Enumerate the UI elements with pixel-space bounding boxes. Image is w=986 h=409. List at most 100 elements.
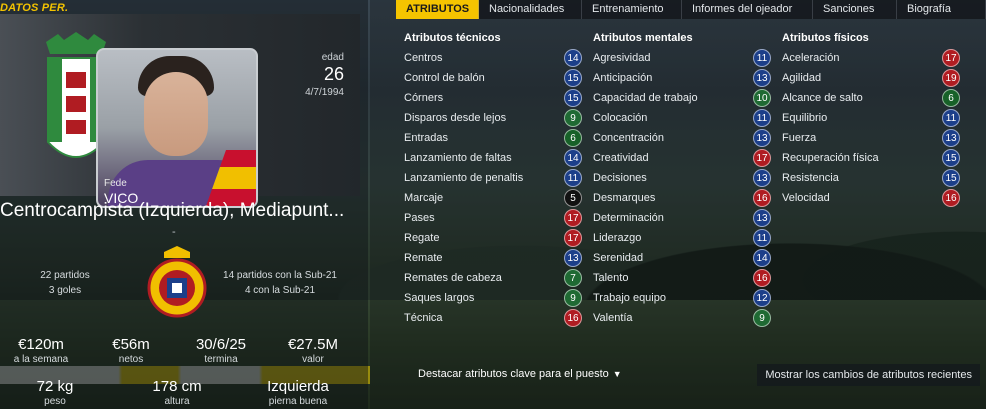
attribute-value-badge: 6 [564,129,582,147]
attribute-name: Trabajo equipo [593,292,666,304]
attribute-row[interactable]: Desmarques 16 [593,188,771,208]
attribute-row[interactable]: Pases 17 [404,208,582,228]
mental-attributes: Atributos mentales Agresividad 11 Anticipa… [593,32,771,328]
attribute-value-badge: 6 [942,89,960,107]
attribute-row[interactable]: Equilibrio 11 [782,108,960,128]
attribute-row[interactable]: Lanzamiento de faltas 14 [404,148,582,168]
attributes-panel: ATRIBUTOS Nacionalidades Entrenamiento I… [370,0,986,409]
attribute-value-badge: 11 [753,49,771,67]
tab-nacionalidades[interactable]: Nacionalidades [479,0,582,19]
club-goals: 3 goles [48,285,82,296]
attribute-row[interactable]: Liderazgo 11 [593,228,771,248]
attribute-value-badge: 15 [564,89,582,107]
attribute-name: Valentía [593,312,633,324]
attribute-row[interactable]: Serenidad 14 [593,248,771,268]
bottom-bar: Destacar atributos clave para el puesto ▼… [396,364,986,386]
attribute-row[interactable]: Determinación 13 [593,208,771,228]
tab-sanciones[interactable]: Sanciones [813,0,897,19]
attribute-row[interactable]: Técnica 16 [404,308,582,328]
attribute-name: Regate [404,232,440,244]
technical-list: Centros 14 Control de balón 15 Córners 15 Disp… [404,48,582,328]
attribute-row[interactable]: Marcaje 5 [404,188,582,208]
attribute-row[interactable]: Valentía 9 [593,308,771,328]
attribute-value-badge: 16 [753,189,771,207]
attribute-value-badge: 14 [564,149,582,167]
attribute-row[interactable]: Alcance de salto 6 [782,88,960,108]
attribute-value-badge: 17 [564,209,582,227]
attribute-row[interactable]: Regate 17 [404,228,582,248]
mental-title: Atributos mentales [593,32,693,44]
tab-biografia[interactable]: Biografía [897,0,986,19]
attribute-row[interactable]: Capacidad de trabajo 10 [593,88,771,108]
attribute-row[interactable]: Creatividad 17 [593,148,771,168]
attribute-name: Alcance de salto [782,92,863,104]
attribute-name: Marcaje [404,192,444,204]
show-changes-button[interactable]: Mostrar los cambios de atributos recient… [757,364,980,386]
value-stat: €27.5M valor [278,336,348,365]
attribute-row[interactable]: Córners 15 [404,88,582,108]
foot-label: pierna buena [268,396,328,407]
tab-informes-ojeador[interactable]: Informes del ojeador [682,0,813,19]
height-label: altura [164,396,190,407]
attribute-value-badge: 9 [564,109,582,127]
contract-end-stat: 30/6/25 termina [186,336,256,365]
height-stat: 178 cm altura [142,378,212,407]
club-stats: 22 partidos 3 goles [10,268,120,298]
attribute-value-badge: 15 [942,169,960,187]
section-label: DATOS PER. [0,2,69,14]
attribute-name: Agresividad [593,52,651,64]
attribute-value-badge: 14 [564,49,582,67]
attribute-row[interactable]: Concentración 13 [593,128,771,148]
attribute-value-badge: 7 [564,269,582,287]
attribute-name: Pases [404,212,435,224]
attribute-row[interactable]: Resistencia 15 [782,168,960,188]
attribute-value-badge: 17 [564,229,582,247]
attribute-value-badge: 10 [753,89,771,107]
tab-bar: ATRIBUTOS Nacionalidades Entrenamiento I… [396,0,986,19]
attribute-name: Saques largos [404,292,475,304]
contract-end-label: termina [204,354,238,365]
technical-title: Atributos técnicos [404,32,501,44]
attribute-row[interactable]: Agilidad 19 [782,68,960,88]
attribute-row[interactable]: Control de balón 15 [404,68,582,88]
attribute-row[interactable]: Aceleración 17 [782,48,960,68]
attribute-value-badge: 13 [753,169,771,187]
weight-label: peso [44,396,66,407]
weight-stat: 72 kg peso [20,378,90,407]
player-first-name: Fede [104,178,127,189]
attribute-row[interactable]: Lanzamiento de penaltis 11 [404,168,582,188]
attribute-row[interactable]: Disparos desde lejos 9 [404,108,582,128]
attribute-value-badge: 13 [942,129,960,147]
attribute-value-badge: 13 [753,209,771,227]
tab-entrenamiento[interactable]: Entrenamiento [582,0,682,19]
attribute-row[interactable]: Remates de cabeza 7 [404,268,582,288]
attribute-name: Concentración [593,132,664,144]
attribute-row[interactable]: Agresividad 11 [593,48,771,68]
age-label: edad [321,52,344,63]
attribute-row[interactable]: Anticipación 13 [593,68,771,88]
attribute-name: Técnica [404,312,443,324]
intl-matches: 14 partidos con la Sub-21 [223,270,337,281]
attribute-row[interactable]: Remate 13 [404,248,582,268]
attribute-value-badge: 5 [564,189,582,207]
attribute-row[interactable]: Saques largos 9 [404,288,582,308]
attribute-row[interactable]: Colocación 11 [593,108,771,128]
attribute-value-badge: 15 [942,149,960,167]
international-stats: 14 partidos con la Sub-21 4 con la Sub-2… [210,268,350,298]
attribute-row[interactable]: Talento 16 [593,268,771,288]
attribute-row[interactable]: Recuperación física 15 [782,148,960,168]
attribute-row[interactable]: Entradas 6 [404,128,582,148]
attribute-value-badge: 15 [564,69,582,87]
attribute-row[interactable]: Fuerza 13 [782,128,960,148]
attribute-row[interactable]: Velocidad 16 [782,188,960,208]
highlight-key-attributes-dropdown[interactable]: Destacar atributos clave para el puesto ▼ [418,368,622,380]
physical-list: Aceleración 17 Agilidad 19 Alcance de salto 6… [782,48,960,208]
attribute-row[interactable]: Centros 14 [404,48,582,68]
club-matches: 22 partidos [40,270,90,281]
attribute-value-badge: 17 [753,149,771,167]
player-position: Centrocampista (Izquierda), Mediapunt... [0,200,345,221]
attribute-row[interactable]: Trabajo equipo 12 [593,288,771,308]
physical-attributes: Atributos físicos Aceleración 17 Agilidad 1… [782,32,960,208]
tab-atributos[interactable]: ATRIBUTOS [396,0,479,19]
attribute-row[interactable]: Decisiones 13 [593,168,771,188]
